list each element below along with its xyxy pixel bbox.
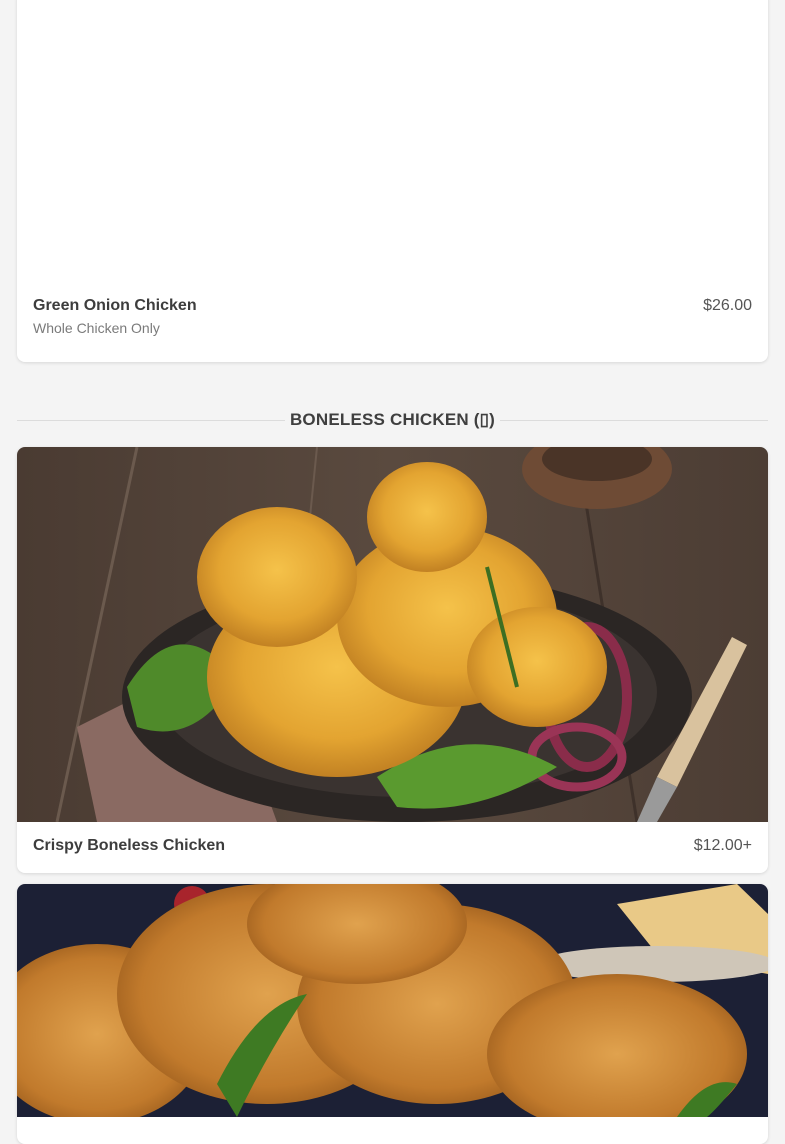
menu-item-info: Green Onion Chicken Whole Chicken Only $… [33,297,752,336]
section-header: BONELESS CHICKEN (▯) [17,408,768,432]
menu-item-name: Green Onion Chicken [33,297,197,314]
menu-item-image [17,447,768,822]
menu-item-info: Crispy Boneless Chicken $12.00+ [33,837,752,855]
menu-item-name: Crispy Boneless Chicken [33,837,226,854]
fried-chicken-photo [17,447,768,822]
menu-item-image [17,0,768,290]
menu-item-card[interactable] [17,884,768,1144]
divider [500,420,768,421]
menu-item-price: $26.00 [703,297,752,314]
menu-item-price: $12.00+ [693,837,752,854]
menu-item-description: Whole Chicken Only [33,320,160,336]
menu-item-card[interactable]: Green Onion Chicken Whole Chicken Only $… [17,0,768,362]
fried-chicken-photo [17,884,768,1117]
menu-item-card[interactable]: Crispy Boneless Chicken $12.00+ [17,447,768,873]
menu-item-image [17,884,768,1144]
